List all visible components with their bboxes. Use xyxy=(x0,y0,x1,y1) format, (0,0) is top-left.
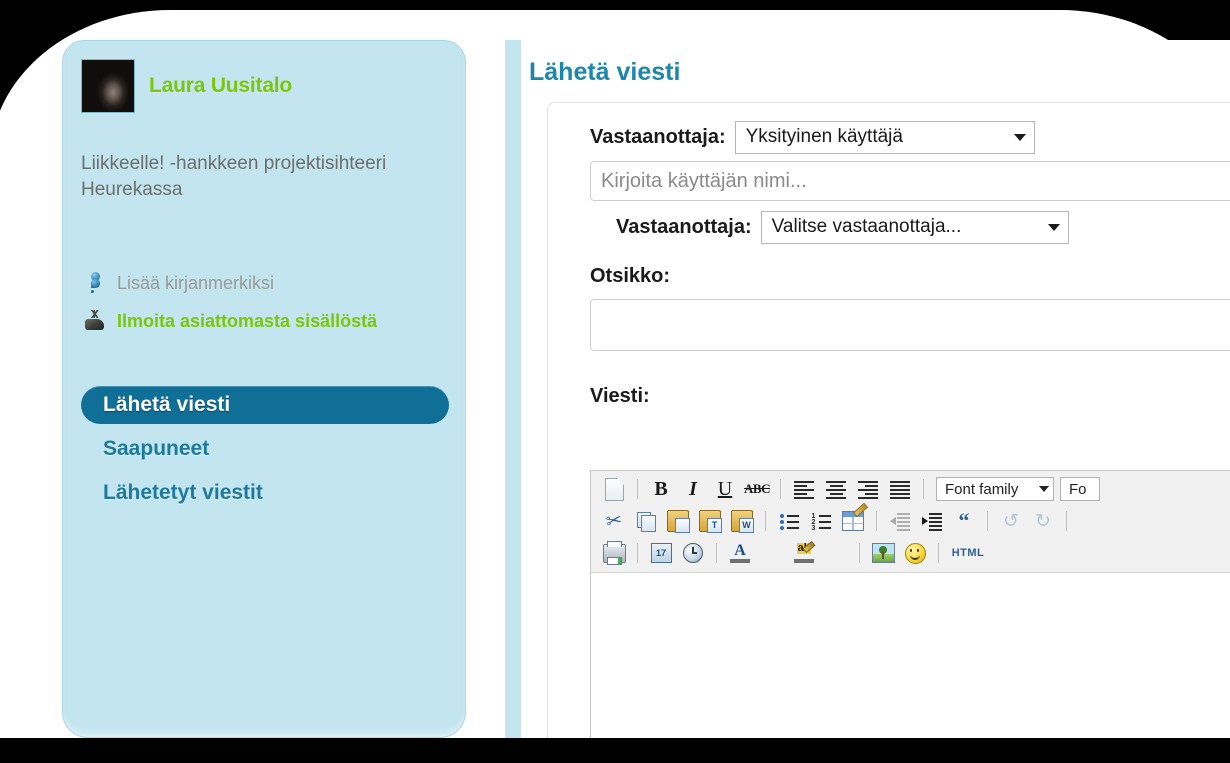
outdent-icon[interactable] xyxy=(885,507,915,535)
report-content-link[interactable]: Ilmoita asiattomasta sisällöstä xyxy=(83,309,377,333)
editor-toolbar-row-3: 17 A ab xyxy=(591,537,1230,569)
bottom-band xyxy=(0,738,1230,763)
editor-toolbar: B I U ABC Font family Fo ✂ T W 1 2 3 “ ↺… xyxy=(591,471,1230,573)
recipient-type-label: Vastaanottaja: xyxy=(590,126,726,148)
align-left-icon[interactable] xyxy=(789,475,819,503)
separator xyxy=(938,543,939,563)
content-left-band xyxy=(505,40,521,738)
report-content-label: Ilmoita asiattomasta sisällöstä xyxy=(117,310,378,331)
user-bio: Liikkeelle! -hankkeen projektisihteeri H… xyxy=(81,153,387,200)
sidebar-item-inbox[interactable]: Saapuneet xyxy=(81,430,449,468)
sidebar-item-sent-messages[interactable]: Lähetetyt viestit xyxy=(81,474,449,512)
paste-from-word-icon[interactable]: W xyxy=(727,507,757,535)
avatar xyxy=(81,59,135,113)
report-icon xyxy=(83,309,107,333)
font-family-value: Font family xyxy=(945,480,1019,498)
chevron-down-icon xyxy=(1039,486,1049,492)
user-name: Laura Uusitalo xyxy=(149,74,293,97)
recipient-type-value: Yksityinen käyttäjä xyxy=(745,126,903,147)
subject-label: Otsikko: xyxy=(590,265,671,287)
new-document-icon[interactable] xyxy=(599,475,629,503)
recipient-select-value: Valitse vastaanottaja... xyxy=(771,216,962,237)
paste-text-letter: T xyxy=(707,518,722,533)
recipient-type-row: Vastaanottaja: Yksityinen käyttäjä xyxy=(590,121,1035,154)
insert-time-icon[interactable] xyxy=(678,539,708,567)
main-panel: Lähetä viesti Vastaanottaja: Yksityinen … xyxy=(521,40,1230,750)
redo-icon[interactable]: ↻ xyxy=(1028,507,1058,535)
insert-date-icon[interactable]: 17 xyxy=(646,539,676,567)
separator xyxy=(1066,511,1067,531)
rich-text-editor: B I U ABC Font family Fo ✂ T W 1 2 3 “ ↺… xyxy=(590,470,1230,750)
font-size-value: Fo xyxy=(1069,480,1087,498)
paste-icon[interactable] xyxy=(663,507,693,535)
editor-content-area[interactable] xyxy=(591,573,1230,673)
add-bookmark-label: Lisää kirjanmerkiksi xyxy=(117,272,275,293)
sidebar: Laura Uusitalo Liikkeelle! -hankkeen pro… xyxy=(62,40,466,738)
recipient-name-input[interactable] xyxy=(590,161,1230,201)
font-size-select[interactable]: Fo xyxy=(1060,477,1100,501)
indent-icon[interactable] xyxy=(917,507,947,535)
recipient-select[interactable]: Valitse vastaanottaja... xyxy=(760,211,1069,244)
font-family-select[interactable]: Font family xyxy=(936,477,1054,501)
copy-icon[interactable] xyxy=(631,507,661,535)
separator xyxy=(987,511,988,531)
recipient-select-row: Vastaanottaja: Valitse vastaanottaja... xyxy=(616,211,1069,244)
table-icon[interactable] xyxy=(838,502,869,535)
separator xyxy=(876,511,877,531)
separator xyxy=(923,479,924,499)
numbered-list-icon[interactable]: 1 2 3 xyxy=(806,507,836,535)
align-right-icon[interactable] xyxy=(853,475,883,503)
message-form: Vastaanottaja: Yksityinen käyttäjä Vasta… xyxy=(547,102,1230,750)
separator xyxy=(637,479,638,499)
text-color-letter: A xyxy=(734,542,746,559)
add-bookmark-link[interactable]: Lisää kirjanmerkiksi xyxy=(83,271,274,295)
separator xyxy=(765,511,766,531)
align-center-icon[interactable] xyxy=(821,475,851,503)
undo-icon[interactable]: ↺ xyxy=(996,507,1026,535)
separator xyxy=(716,543,717,563)
paste-as-text-icon[interactable]: T xyxy=(695,507,725,535)
underline-icon[interactable]: U xyxy=(710,475,740,503)
chevron-down-icon xyxy=(1047,223,1060,231)
sidebar-item-send-message[interactable]: Lähetä viesti xyxy=(81,386,449,424)
sidebar-nav: Lähetä viesti Saapuneet Lähetetyt viesti… xyxy=(81,386,449,518)
cut-icon[interactable]: ✂ xyxy=(597,505,631,538)
recipient-type-select[interactable]: Yksityinen käyttäjä xyxy=(734,121,1035,154)
editor-toolbar-row-2: ✂ T W 1 2 3 “ ↺ ↻ xyxy=(591,502,1230,538)
bold-icon[interactable]: B xyxy=(646,475,676,503)
italic-icon[interactable]: I xyxy=(678,475,708,503)
bullet-list-icon[interactable] xyxy=(774,507,804,535)
insert-date-number: 17 xyxy=(650,543,672,563)
chevron-down-icon xyxy=(1013,133,1026,141)
highlight-color-icon[interactable]: ab xyxy=(789,539,819,567)
html-source-icon[interactable]: HTML xyxy=(947,539,989,567)
text-color-dropdown-icon[interactable] xyxy=(757,539,787,567)
blockquote-icon[interactable]: “ xyxy=(949,507,979,535)
text-color-icon[interactable]: A xyxy=(725,539,755,567)
print-icon[interactable] xyxy=(599,539,629,567)
highlight-color-dropdown-icon[interactable] xyxy=(821,539,851,567)
insert-image-icon[interactable] xyxy=(868,539,898,567)
editor-toolbar-row-1: B I U ABC Font family Fo xyxy=(591,473,1230,505)
recipient-select-label: Vastaanottaja: xyxy=(616,216,752,238)
separator xyxy=(780,479,781,499)
pin-icon xyxy=(83,271,107,295)
message-label: Viesti: xyxy=(590,385,650,407)
page-title: Lähetä viesti xyxy=(529,58,681,86)
align-justify-icon[interactable] xyxy=(885,475,915,503)
user-header: Laura Uusitalo xyxy=(81,59,292,113)
separator xyxy=(637,543,638,563)
separator xyxy=(859,543,860,563)
strikethrough-icon[interactable]: ABC xyxy=(742,475,772,503)
paste-word-letter: W xyxy=(739,518,754,533)
subject-input[interactable] xyxy=(590,299,1230,351)
screen: Laura Uusitalo Liikkeelle! -hankkeen pro… xyxy=(0,0,1230,763)
emoticon-icon[interactable] xyxy=(900,539,930,567)
